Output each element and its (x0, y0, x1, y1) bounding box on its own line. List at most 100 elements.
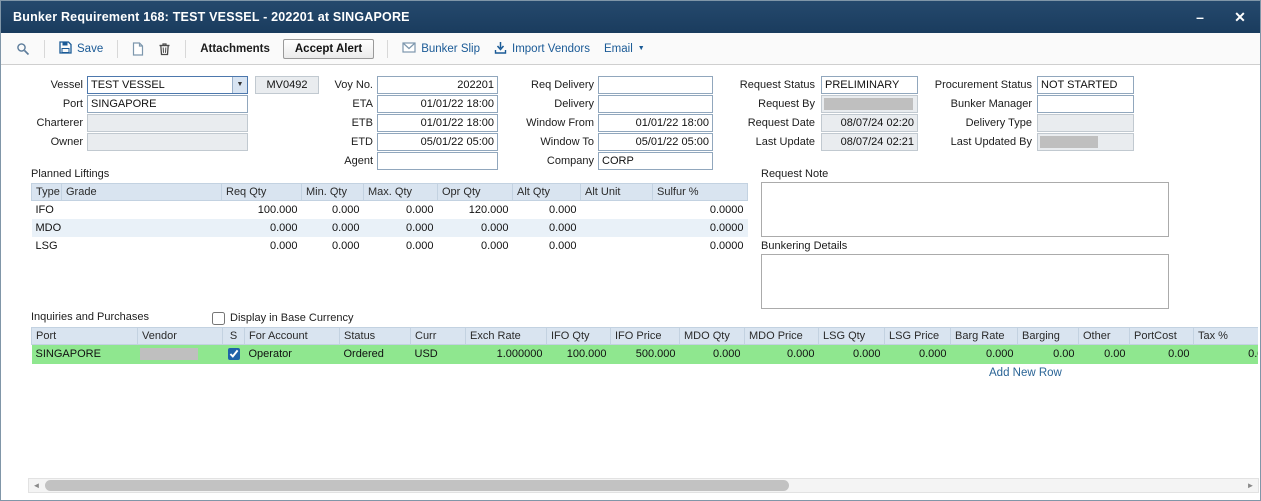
etb-field[interactable]: 01/01/22 18:00 (377, 114, 498, 132)
port-label: Port (9, 95, 83, 113)
save-button[interactable]: Save (52, 38, 110, 60)
cell[interactable]: 0.000 (438, 219, 513, 237)
vessel-select[interactable]: TEST VESSEL ▼ (87, 76, 248, 94)
window-to-field[interactable]: 05/01/22 05:00 (598, 133, 713, 151)
col-port: Port (32, 328, 138, 345)
bunkering-details-textarea[interactable] (761, 254, 1169, 309)
cell[interactable]: IFO (32, 201, 62, 219)
close-button[interactable]: ✕ (1220, 9, 1260, 26)
cell-exch-rate[interactable]: 1.000000 (466, 345, 547, 364)
cell[interactable]: 0.000 (302, 219, 364, 237)
cell-barg-rate[interactable]: 0.000 (951, 345, 1018, 364)
cell-portcost[interactable]: 0.00 (1130, 345, 1194, 364)
scrollbar-thumb[interactable] (45, 480, 789, 491)
horizontal-scrollbar[interactable]: ◄ ► (28, 478, 1259, 493)
cell-vendor[interactable] (138, 345, 223, 364)
planned-liftings-title: Planned Liftings (31, 168, 109, 180)
voy-no-field[interactable]: 202201 (377, 76, 498, 94)
cell[interactable]: 0.000 (364, 201, 438, 219)
cell-for-account[interactable]: Operator (245, 345, 340, 364)
cell-port[interactable]: SINGAPORE (32, 345, 138, 364)
import-vendors-button[interactable]: Import Vendors (487, 38, 597, 60)
request-by-redacted (824, 98, 913, 110)
cell-lsg-price[interactable]: 0.000 (885, 345, 951, 364)
cell-barging[interactable]: 0.00 (1018, 345, 1079, 364)
chevron-down-icon[interactable]: ▼ (232, 77, 247, 93)
cell[interactable] (62, 219, 222, 237)
attachments-button[interactable]: Attachments (193, 40, 277, 58)
request-by-field (821, 95, 918, 113)
company-field[interactable]: CORP (598, 152, 713, 170)
scroll-left-icon[interactable]: ◄ (29, 479, 44, 492)
procurement-status-field[interactable]: NOT STARTED (1037, 76, 1134, 94)
delivery-type-field (1037, 114, 1134, 132)
minimize-button[interactable]: – (1180, 9, 1220, 25)
cell[interactable]: 0.0000 (653, 219, 748, 237)
cell[interactable]: 0.000 (302, 237, 364, 255)
search-button[interactable] (9, 39, 37, 59)
delivery-field[interactable] (598, 95, 713, 113)
cell[interactable]: 0.000 (222, 237, 302, 255)
col-opr-qty: Opr Qty (438, 184, 513, 201)
inquiry-row[interactable]: SINGAPORE Operator Ordered USD 1.000000 … (32, 345, 1259, 364)
port-field[interactable]: SINGAPORE (87, 95, 248, 113)
cell[interactable]: 0.000 (364, 219, 438, 237)
new-document-button[interactable] (125, 39, 151, 59)
cell-mdo-qty[interactable]: 0.000 (680, 345, 745, 364)
cell[interactable] (581, 237, 653, 255)
cell[interactable]: 100.000 (222, 201, 302, 219)
request-status-field[interactable]: PRELIMINARY (821, 76, 918, 94)
base-currency-checkbox[interactable] (212, 312, 225, 325)
cell[interactable]: 120.000 (438, 201, 513, 219)
add-new-row-link[interactable]: Add New Row (989, 367, 1062, 379)
cell-tax[interactable]: 0.00 (1194, 345, 1259, 364)
cell-ifo-price[interactable]: 500.000 (611, 345, 680, 364)
agent-field[interactable] (377, 152, 498, 170)
save-icon (59, 41, 72, 57)
base-currency-label: Display in Base Currency (230, 312, 354, 324)
request-note-textarea[interactable] (761, 182, 1169, 237)
cell[interactable]: 0.000 (302, 201, 364, 219)
col-alt-unit: Alt Unit (581, 184, 653, 201)
cell[interactable]: MDO (32, 219, 62, 237)
accept-alert-button[interactable]: Accept Alert (283, 39, 374, 59)
eta-field[interactable]: 01/01/22 18:00 (377, 95, 498, 113)
import-vendors-icon (494, 41, 507, 57)
cell[interactable]: 0.000 (513, 201, 581, 219)
cell[interactable]: 0.0000 (653, 237, 748, 255)
cell[interactable] (581, 201, 653, 219)
row-selected-checkbox[interactable] (228, 348, 240, 360)
vendor-redacted (140, 348, 198, 360)
cell-selected[interactable] (223, 345, 245, 364)
cell-curr[interactable]: USD (411, 345, 466, 364)
cell[interactable]: 0.000 (513, 237, 581, 255)
cell-mdo-price[interactable]: 0.000 (745, 345, 819, 364)
cell[interactable]: 0.000 (364, 237, 438, 255)
cell-lsg-qty[interactable]: 0.000 (819, 345, 885, 364)
cell[interactable]: LSG (32, 237, 62, 255)
scroll-right-icon[interactable]: ► (1243, 479, 1258, 492)
procurement-status-label: Procurement Status (927, 76, 1032, 94)
cell[interactable] (62, 237, 222, 255)
email-button[interactable]: Email ▼ (597, 40, 652, 58)
delete-button[interactable] (151, 39, 178, 59)
cell[interactable]: 0.0000 (653, 201, 748, 219)
cell[interactable]: 0.000 (513, 219, 581, 237)
search-icon (16, 42, 30, 56)
cell[interactable]: 0.000 (222, 219, 302, 237)
bunker-manager-field[interactable] (1037, 95, 1134, 113)
col-ifo-qty: IFO Qty (547, 328, 611, 345)
cell[interactable] (62, 201, 222, 219)
delivery-label: Delivery (499, 95, 594, 113)
req-delivery-field[interactable] (598, 76, 713, 94)
cell-ifo-qty[interactable]: 100.000 (547, 345, 611, 364)
cell-other[interactable]: 0.00 (1079, 345, 1130, 364)
col-sulfur: Sulfur % (653, 184, 748, 201)
etd-field[interactable]: 05/01/22 05:00 (377, 133, 498, 151)
cell-status[interactable]: Ordered (340, 345, 411, 364)
bunker-slip-button[interactable]: Bunker Slip (395, 39, 487, 59)
window-title: Bunker Requirement 168: TEST VESSEL - 20… (1, 10, 1180, 24)
cell[interactable]: 0.000 (438, 237, 513, 255)
cell[interactable] (581, 219, 653, 237)
window-from-field[interactable]: 01/01/22 18:00 (598, 114, 713, 132)
